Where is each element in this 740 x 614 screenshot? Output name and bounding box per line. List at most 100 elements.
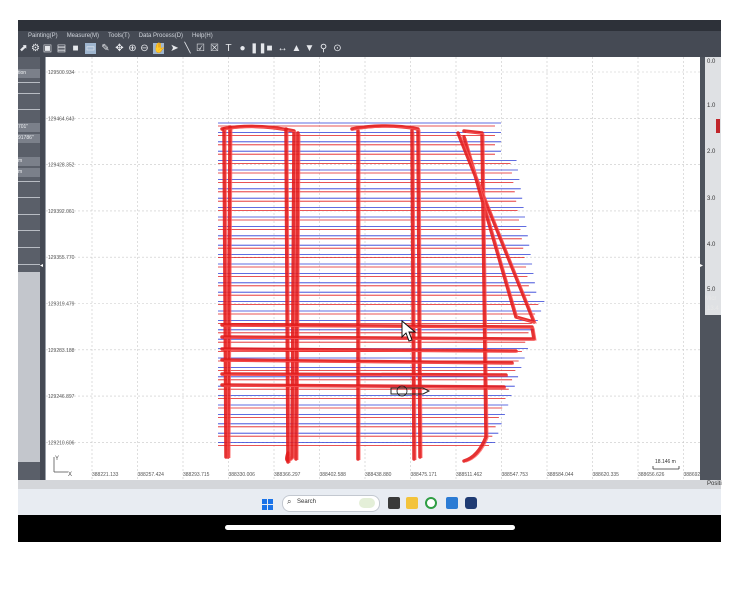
text-icon[interactable]: T bbox=[223, 43, 234, 54]
x-tick-label: 388620.335 bbox=[593, 472, 620, 478]
arrow-down-icon[interactable]: ▼ bbox=[304, 43, 315, 54]
depth-tick: 2.0 bbox=[707, 149, 716, 155]
pointer-icon[interactable]: ➤ bbox=[169, 43, 180, 54]
zoom-out-icon[interactable]: ⊖ bbox=[139, 43, 150, 54]
depth-tick: 1.0 bbox=[707, 103, 716, 109]
checkbox-icon[interactable]: ☑ bbox=[195, 43, 206, 54]
x-tick-label: 388221.133 bbox=[92, 472, 119, 478]
edit-checkbox-icon[interactable]: ☒ bbox=[209, 43, 220, 54]
menu-measure[interactable]: Measure(M) bbox=[67, 31, 99, 41]
task-view-icon[interactable] bbox=[388, 497, 400, 509]
edit-icon[interactable]: ✎ bbox=[100, 43, 111, 54]
left-panel-row: m bbox=[18, 157, 40, 166]
divider bbox=[18, 247, 40, 248]
y-tick-label: 129319.479 bbox=[48, 302, 75, 308]
survey-app-icon[interactable] bbox=[465, 497, 477, 509]
depth-marker bbox=[716, 119, 720, 133]
menu-help[interactable]: Help(H) bbox=[192, 31, 213, 41]
export-icon[interactable]: ⬈ bbox=[18, 43, 29, 54]
x-tick-labels: 388221.133 388257.424 388293.715 388330.006… bbox=[92, 472, 700, 478]
left-panel-row: 701" bbox=[18, 123, 40, 132]
track-map-canvas[interactable]: 129500.934 129464.643 129428.352 129392.061… bbox=[45, 57, 701, 480]
pause-icon[interactable]: ❚❚ bbox=[250, 43, 267, 54]
windows-start-icon[interactable] bbox=[262, 497, 273, 510]
x-tick-label: 388257.424 bbox=[138, 472, 165, 478]
file-explorer-icon[interactable] bbox=[406, 497, 418, 509]
x-tick-label: 388692 bbox=[684, 472, 701, 478]
depth-tick: 4.0 bbox=[707, 242, 716, 248]
pan-icon[interactable]: ✋ bbox=[153, 43, 165, 54]
chrome-icon[interactable] bbox=[425, 497, 437, 509]
y-tick-label: 129428.352 bbox=[48, 163, 75, 169]
x-axis-label: X bbox=[68, 472, 72, 478]
position-label: Positi bbox=[707, 481, 722, 487]
divider bbox=[18, 214, 40, 215]
settings-icon[interactable]: ⚙ bbox=[30, 43, 41, 54]
app-icon[interactable] bbox=[446, 497, 458, 509]
divider bbox=[18, 264, 40, 265]
x-tick-label: 388438.880 bbox=[365, 472, 392, 478]
x-tick-label: 388293.715 bbox=[183, 472, 210, 478]
left-panel-row: 91786" bbox=[18, 134, 40, 143]
stop-icon[interactable]: ■ bbox=[264, 43, 275, 54]
divider bbox=[18, 82, 40, 83]
y-tick-label: 129283.188 bbox=[48, 348, 75, 354]
x-tick-label: 388402.588 bbox=[320, 472, 347, 478]
track-path bbox=[220, 124, 296, 462]
divider bbox=[18, 181, 40, 182]
measure-line-icon[interactable]: ╲ bbox=[182, 43, 193, 54]
depth-tick: 0.0 bbox=[707, 59, 716, 65]
y-tick-label: 129500.934 bbox=[48, 70, 75, 76]
track-map[interactable]: 129500.934 129464.643 129428.352 129392.061… bbox=[46, 57, 701, 480]
y-axis-label: Y bbox=[55, 456, 59, 462]
record-icon[interactable]: ● bbox=[237, 43, 248, 54]
divider bbox=[18, 197, 40, 198]
left-panel-list[interactable] bbox=[18, 272, 40, 462]
track-path-overlay bbox=[223, 325, 537, 389]
scale-label: 18.146 m bbox=[655, 459, 676, 465]
taskbar-search[interactable]: ⌕ Search bbox=[282, 495, 380, 512]
menu-tools[interactable]: Tools(T) bbox=[108, 31, 130, 41]
y-tick-label: 129355.770 bbox=[48, 255, 75, 261]
save-icon[interactable]: ▤ bbox=[56, 43, 67, 54]
y-tick-label: 129210.606 bbox=[48, 440, 75, 446]
chevron-right-icon[interactable]: ▸ bbox=[700, 262, 703, 269]
y-tick-label: 129392.061 bbox=[48, 209, 75, 215]
print-icon[interactable]: ▣ bbox=[42, 43, 53, 54]
survey-track bbox=[220, 124, 537, 464]
left-panel-row: m bbox=[18, 168, 40, 177]
select-area-icon[interactable]: ▭ bbox=[85, 43, 96, 54]
arrow-up-icon[interactable]: ▲ bbox=[291, 43, 302, 54]
divider bbox=[18, 93, 40, 94]
zoom-in-icon[interactable]: ⊕ bbox=[127, 43, 138, 54]
menu-data-process[interactable]: Data Process(D) bbox=[139, 31, 183, 41]
grid bbox=[46, 57, 701, 480]
search-icon: ⌕ bbox=[287, 497, 292, 506]
search-highlight-icon bbox=[359, 498, 375, 508]
planned-lines bbox=[218, 122, 545, 447]
y-tick-labels: 129500.934 129464.643 129428.352 129392.061… bbox=[48, 70, 75, 446]
marker-icon[interactable]: ⚲ bbox=[318, 43, 329, 54]
divider bbox=[18, 230, 40, 231]
x-tick-label: 388475.171 bbox=[411, 472, 438, 478]
title-bar bbox=[18, 20, 721, 31]
depth-chart: 0.0 1.0 2.0 3.0 4.0 5.0 bbox=[705, 57, 721, 315]
menu-painting[interactable]: Painting(P) bbox=[28, 31, 58, 41]
fit-extent-icon[interactable]: ✥ bbox=[114, 43, 125, 54]
x-tick-label: 388656.626 bbox=[638, 472, 665, 478]
home-indicator[interactable] bbox=[225, 525, 515, 530]
location-pin-icon[interactable]: ⊙ bbox=[332, 43, 343, 54]
left-panel: tion 701" 91786" m m bbox=[18, 57, 42, 480]
search-placeholder: Search bbox=[297, 499, 317, 505]
y-tick-label: 129464.643 bbox=[48, 116, 75, 122]
menu-bar: Painting(P) Measure(M) Tools(T) Data Proces… bbox=[18, 31, 721, 41]
x-tick-label: 388366.297 bbox=[274, 472, 301, 478]
chevron-left-icon: ◂ bbox=[40, 263, 44, 269]
status-strip: Positi bbox=[18, 480, 722, 489]
measure-width-icon[interactable]: ↔ bbox=[277, 43, 288, 54]
left-panel-row: tion bbox=[18, 69, 40, 78]
depth-tick: 3.0 bbox=[707, 196, 716, 202]
micro-label: Micr bbox=[705, 296, 717, 302]
scale-bar: 18.146 m bbox=[652, 459, 680, 470]
video-icon[interactable]: ■ bbox=[70, 43, 81, 54]
